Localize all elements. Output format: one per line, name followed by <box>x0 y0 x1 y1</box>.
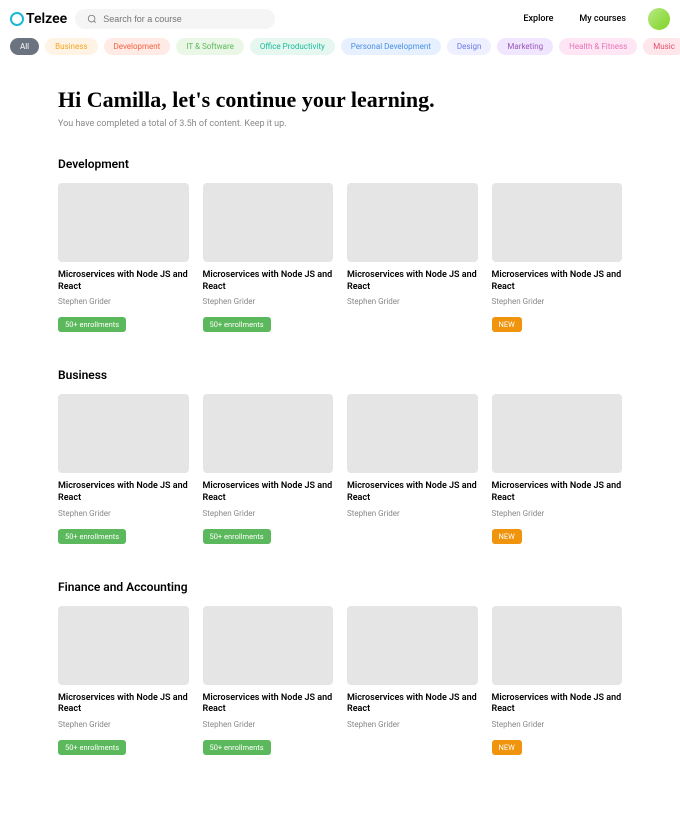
course-title: Microservices with Node JS and React <box>347 270 478 293</box>
enrollment-badge: 50+ enrollments <box>58 740 126 755</box>
course-card[interactable]: Microservices with Node JS and React Step… <box>58 606 189 755</box>
course-thumbnail <box>347 606 478 685</box>
course-card[interactable]: Microservices with Node JS and React Step… <box>347 394 478 543</box>
course-thumbnail <box>347 183 478 262</box>
section-title: Finance and Accounting <box>58 580 622 594</box>
subtitle: You have completed a total of 3.5h of co… <box>58 119 622 129</box>
course-thumbnail <box>58 183 189 262</box>
course-card[interactable]: Microservices with Node JS and React Step… <box>492 394 623 543</box>
course-title: Microservices with Node JS and React <box>203 693 334 716</box>
course-thumbnail <box>203 606 334 685</box>
logo[interactable]: Telzee <box>10 11 67 27</box>
search-input[interactable] <box>103 14 263 24</box>
course-title: Microservices with Node JS and React <box>492 693 623 716</box>
avatar[interactable] <box>648 8 670 30</box>
course-title: Microservices with Node JS and React <box>58 270 189 293</box>
course-card[interactable]: Microservices with Node JS and React Step… <box>58 183 189 332</box>
course-grid: Microservices with Node JS and React Step… <box>58 183 622 332</box>
course-title: Microservices with Node JS and React <box>347 481 478 504</box>
enrollment-badge: 50+ enrollments <box>58 317 126 332</box>
new-badge: NEW <box>492 317 522 332</box>
course-author: Stephen Grider <box>347 720 478 729</box>
nav-my-courses[interactable]: My courses <box>579 14 626 24</box>
course-author: Stephen Grider <box>492 509 623 518</box>
course-title: Microservices with Node JS and React <box>58 481 189 504</box>
course-title: Microservices with Node JS and React <box>492 270 623 293</box>
course-thumbnail <box>58 394 189 473</box>
course-card[interactable]: Microservices with Node JS and React Step… <box>203 183 334 332</box>
section-title: Business <box>58 368 622 382</box>
course-thumbnail <box>58 606 189 685</box>
course-author: Stephen Grider <box>58 720 189 729</box>
course-card[interactable]: Microservices with Node JS and React Step… <box>492 183 623 332</box>
nav-explore[interactable]: Explore <box>523 14 553 24</box>
greeting: Hi Camilla, let's continue your learning… <box>58 87 622 113</box>
course-title: Microservices with Node JS and React <box>203 481 334 504</box>
enrollment-badge: 50+ enrollments <box>203 529 271 544</box>
filter-chip-it-software[interactable]: IT & Software <box>176 38 244 55</box>
filter-chip-business[interactable]: Business <box>45 38 97 55</box>
filter-chip-office-productivity[interactable]: Office Productivity <box>250 38 335 55</box>
course-card[interactable]: Microservices with Node JS and React Step… <box>203 394 334 543</box>
section-title: Development <box>58 157 622 171</box>
search-box[interactable] <box>75 9 275 29</box>
course-author: Stephen Grider <box>203 720 334 729</box>
filter-chip-marketing[interactable]: Marketing <box>497 38 553 55</box>
course-author: Stephen Grider <box>347 509 478 518</box>
course-thumbnail <box>492 606 623 685</box>
filter-chip-development[interactable]: Development <box>104 38 171 55</box>
course-card[interactable]: Microservices with Node JS and React Step… <box>492 606 623 755</box>
course-grid: Microservices with Node JS and React Step… <box>58 606 622 755</box>
course-card[interactable]: Microservices with Node JS and React Step… <box>203 606 334 755</box>
enrollment-badge: 50+ enrollments <box>203 317 271 332</box>
filter-chip-music[interactable]: Music <box>643 38 680 55</box>
new-badge: NEW <box>492 529 522 544</box>
course-thumbnail <box>203 183 334 262</box>
filter-chip-personal-development[interactable]: Personal Development <box>341 38 441 55</box>
course-author: Stephen Grider <box>492 720 623 729</box>
search-icon <box>87 14 97 24</box>
course-grid: Microservices with Node JS and React Step… <box>58 394 622 543</box>
course-title: Microservices with Node JS and React <box>492 481 623 504</box>
new-badge: NEW <box>492 740 522 755</box>
course-author: Stephen Grider <box>492 297 623 306</box>
course-thumbnail <box>347 394 478 473</box>
course-card[interactable]: Microservices with Node JS and React Step… <box>347 183 478 332</box>
enrollment-badge: 50+ enrollments <box>58 529 126 544</box>
brand-name: Telzee <box>26 11 67 27</box>
course-card[interactable]: Microservices with Node JS and React Step… <box>347 606 478 755</box>
course-title: Microservices with Node JS and React <box>347 693 478 716</box>
course-author: Stephen Grider <box>347 297 478 306</box>
logo-icon <box>10 12 24 26</box>
course-title: Microservices with Node JS and React <box>203 270 334 293</box>
course-author: Stephen Grider <box>203 297 334 306</box>
filter-chip-health-fitness[interactable]: Health & Fitness <box>559 38 637 55</box>
enrollment-badge: 50+ enrollments <box>203 740 271 755</box>
filter-chip-design[interactable]: Design <box>447 38 491 55</box>
main-content: Hi Camilla, let's continue your learning… <box>0 63 680 831</box>
course-title: Microservices with Node JS and React <box>58 693 189 716</box>
filter-chip-all[interactable]: All <box>10 38 39 55</box>
course-author: Stephen Grider <box>58 297 189 306</box>
filter-bar: All Business Development IT & Software Offic… <box>0 38 680 63</box>
course-author: Stephen Grider <box>203 509 334 518</box>
course-card[interactable]: Microservices with Node JS and React Step… <box>58 394 189 543</box>
course-thumbnail <box>492 183 623 262</box>
course-thumbnail <box>492 394 623 473</box>
course-author: Stephen Grider <box>58 509 189 518</box>
course-thumbnail <box>203 394 334 473</box>
header: Telzee Explore My courses <box>0 0 680 38</box>
